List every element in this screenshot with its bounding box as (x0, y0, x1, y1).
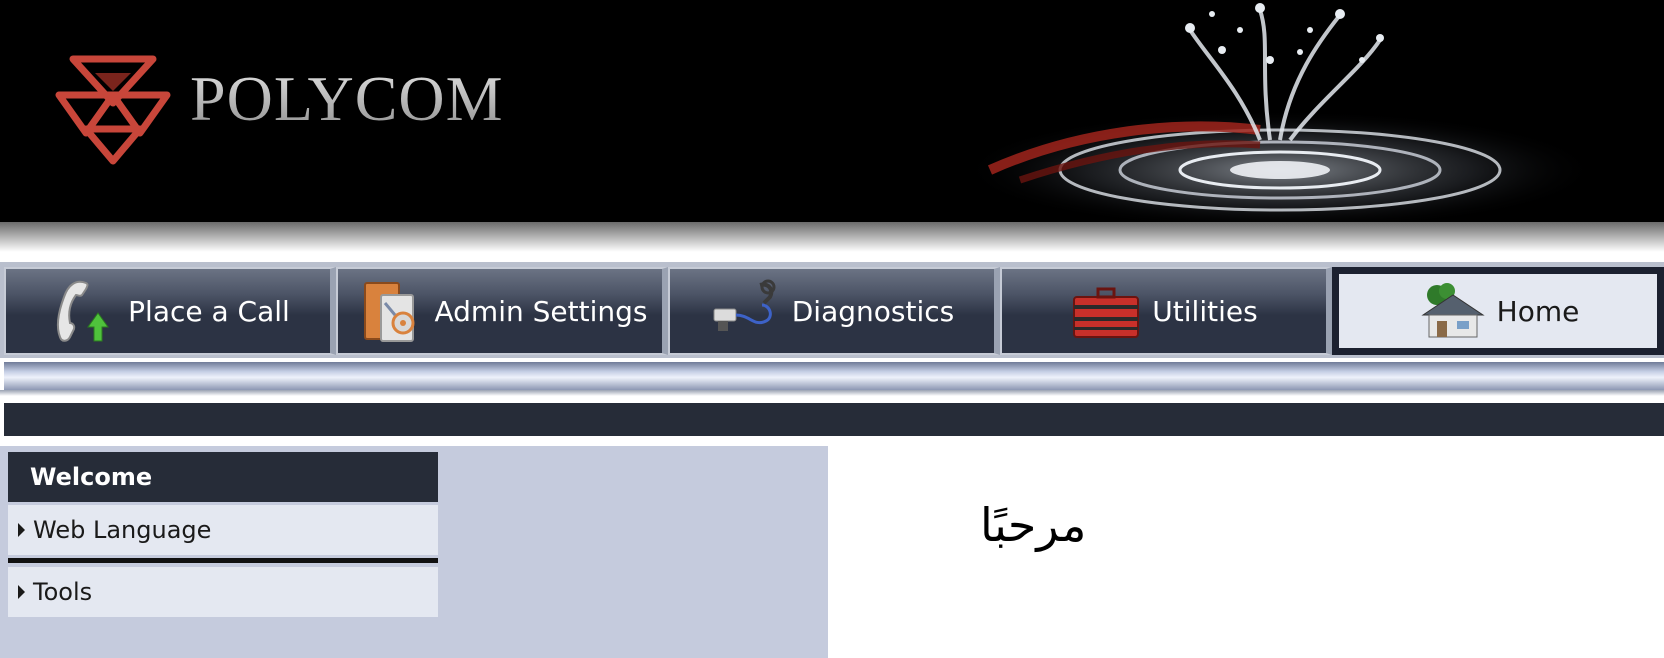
banner-fade (0, 222, 1664, 252)
sidebar-item-label: Tools (33, 578, 93, 606)
sidebar-item-tools[interactable]: Tools (8, 567, 438, 617)
sidebar-item-label: Web Language (33, 516, 212, 544)
water-splash-image (960, 3, 1600, 230)
sidebar-item-web-language[interactable]: Web Language (8, 505, 438, 555)
triangle-right-icon (18, 523, 25, 537)
admin-settings-icon (363, 282, 414, 342)
polycom-logo-icon (55, 55, 171, 165)
diagnostics-icon (713, 279, 776, 331)
tab-label: Place a Call (128, 294, 290, 328)
tab-place-a-call[interactable]: Place a Call (4, 267, 336, 355)
tab-admin-settings[interactable]: Admin Settings (336, 267, 668, 355)
brand-name: POLYCOM (190, 63, 504, 134)
section-bar (4, 403, 1664, 436)
nav-shadow (0, 390, 1664, 396)
tab-label: Utilities (1152, 294, 1258, 328)
house-icon (1421, 283, 1485, 338)
phone-icon (57, 280, 110, 342)
welcome-text: مرحبًا (980, 498, 1087, 552)
toolbox-icon (1073, 287, 1140, 338)
tab-label: Admin Settings (434, 294, 648, 328)
nav-sub-strip (4, 362, 1664, 390)
tab-utilities[interactable]: Utilities (1000, 267, 1332, 355)
triangle-right-icon (18, 585, 25, 599)
tab-label: Home (1496, 294, 1580, 328)
tab-diagnostics[interactable]: Diagnostics (668, 267, 1000, 355)
sidebar-divider (8, 558, 438, 563)
tab-home[interactable]: Home (1332, 267, 1664, 355)
header-banner: POLYCOM (0, 0, 1664, 236)
tab-label: Diagnostics (791, 294, 955, 328)
sidebar-header-welcome[interactable]: Welcome (8, 452, 438, 502)
